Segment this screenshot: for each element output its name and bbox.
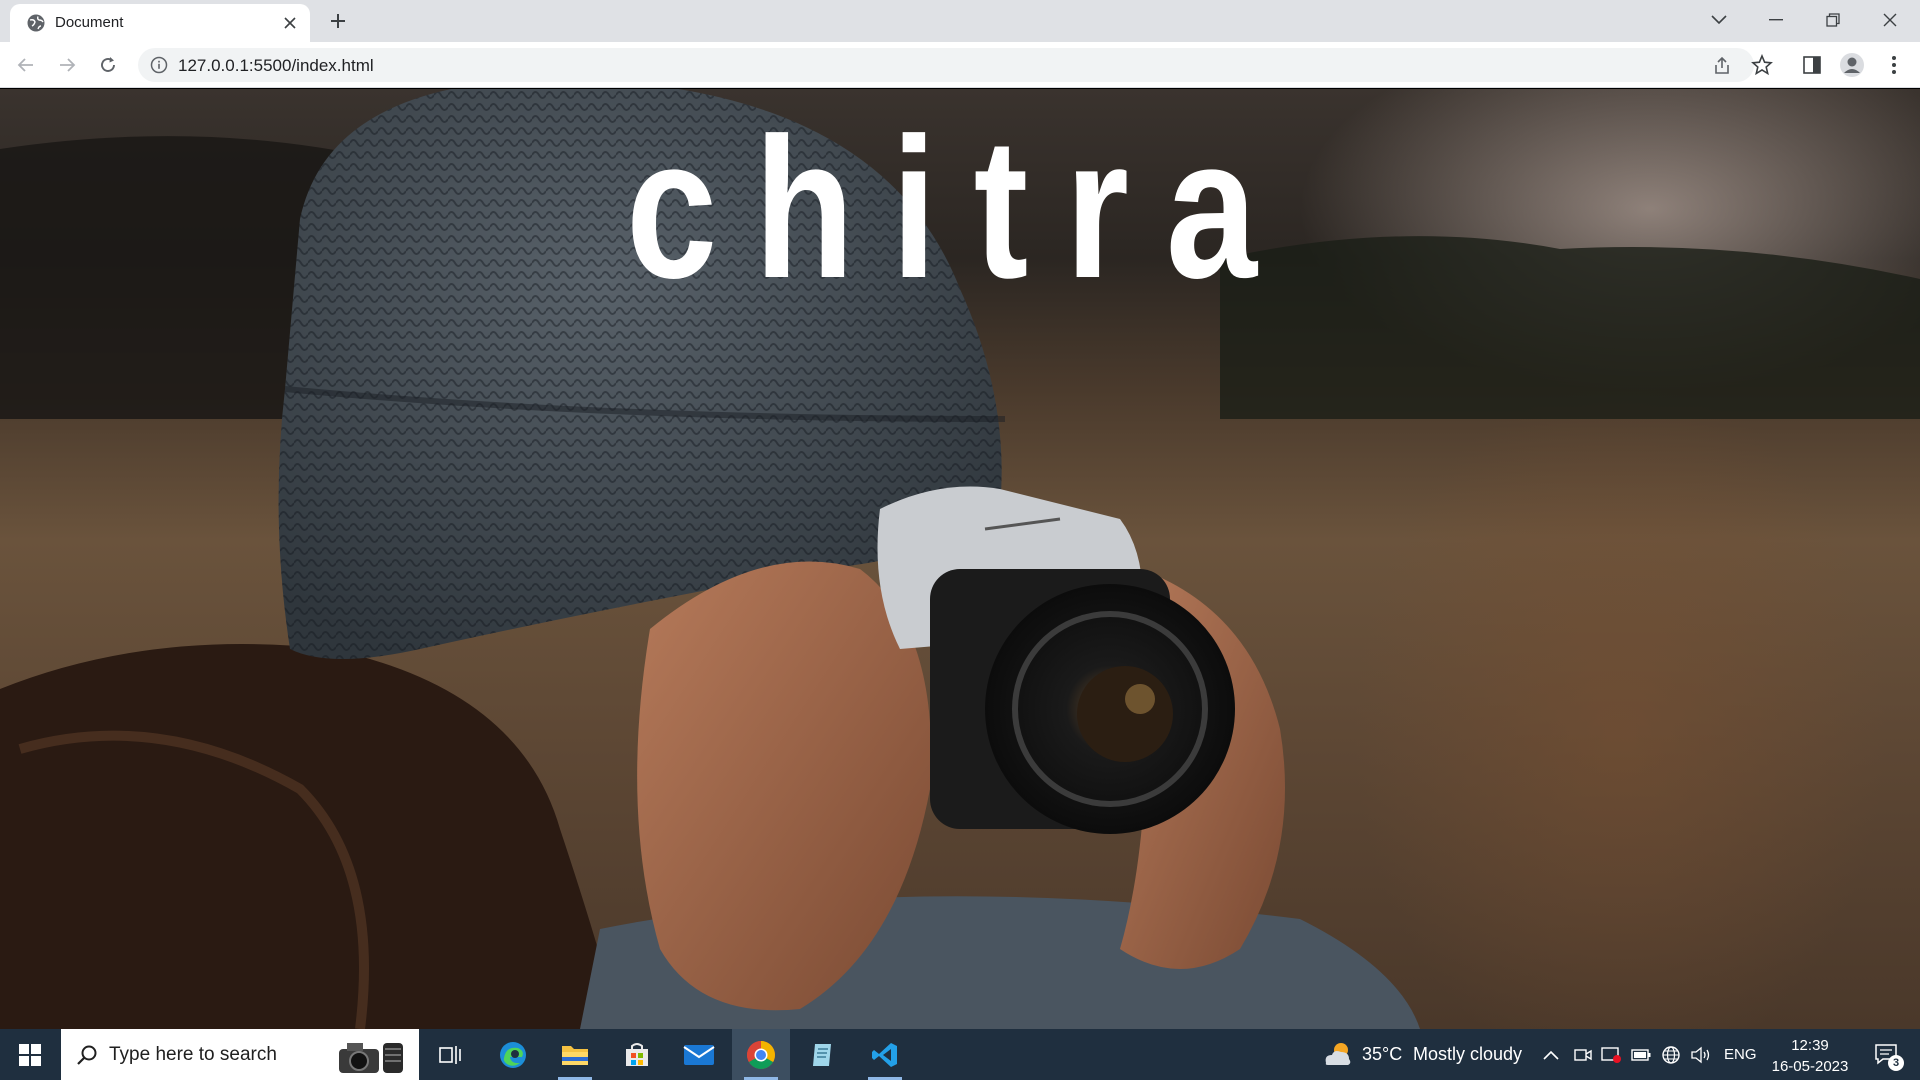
battery-icon[interactable] bbox=[1630, 1044, 1652, 1066]
clock-time: 12:39 bbox=[1791, 1037, 1829, 1054]
share-icon[interactable] bbox=[1711, 55, 1733, 77]
globe-icon bbox=[27, 14, 45, 32]
input-language[interactable]: ENG bbox=[1724, 1046, 1757, 1063]
network-globe-icon[interactable] bbox=[1660, 1044, 1682, 1066]
restore-icon[interactable] bbox=[1810, 4, 1856, 36]
tab-title: Document bbox=[55, 14, 124, 31]
task-view-icon bbox=[439, 1045, 461, 1064]
browser-toolbar: 127.0.0.1:5500/index.html bbox=[0, 42, 1920, 88]
back-button[interactable] bbox=[12, 51, 40, 79]
info-icon[interactable] bbox=[150, 56, 168, 74]
page-viewport: chitra bbox=[0, 89, 1920, 1029]
weather-temperature: 35°C bbox=[1362, 1044, 1403, 1064]
search-placeholder: Type here to search bbox=[109, 1044, 277, 1065]
taskbar-search-box[interactable]: Type here to search bbox=[61, 1029, 419, 1080]
profile-avatar-icon[interactable] bbox=[1838, 51, 1866, 79]
show-hidden-icons-icon[interactable] bbox=[1540, 1044, 1562, 1066]
side-panel-icon[interactable] bbox=[1798, 51, 1826, 79]
url-text: 127.0.0.1:5500/index.html bbox=[178, 56, 374, 75]
chrome-icon bbox=[747, 1040, 775, 1069]
clock-date: 16-05-2023 bbox=[1771, 1058, 1849, 1075]
mail-icon bbox=[683, 1044, 715, 1065]
start-button[interactable] bbox=[8, 1037, 52, 1073]
taskbar-file-explorer[interactable] bbox=[546, 1029, 604, 1080]
clock[interactable]: 12:39 16-05-2023 bbox=[1760, 1035, 1860, 1077]
taskbar-vscode[interactable] bbox=[856, 1029, 914, 1080]
weather-cloud-icon[interactable] bbox=[1322, 1039, 1354, 1069]
reload-icon bbox=[101, 57, 115, 72]
address-bar[interactable]: 127.0.0.1:5500/index.html bbox=[138, 48, 1754, 82]
close-tab-icon[interactable] bbox=[280, 13, 300, 33]
browser-tab[interactable]: Document bbox=[10, 4, 310, 42]
page-heading: chitra bbox=[625, 97, 1294, 320]
meet-now-icon[interactable] bbox=[1572, 1044, 1594, 1066]
security-alert-icon[interactable] bbox=[1600, 1044, 1622, 1066]
menu-kebab-icon[interactable] bbox=[1880, 51, 1908, 79]
reload-button[interactable] bbox=[94, 51, 122, 79]
windows-logo-icon bbox=[19, 1044, 41, 1066]
arrow-right-icon bbox=[60, 58, 76, 72]
notification-count-badge: 3 bbox=[1888, 1055, 1904, 1071]
taskbar: Type here to search 35°C Mostly cloudy E… bbox=[0, 1029, 1920, 1080]
volume-icon[interactable] bbox=[1690, 1044, 1712, 1066]
notification-center-button[interactable]: 3 bbox=[1874, 1041, 1908, 1071]
edge-icon bbox=[500, 1041, 526, 1068]
vscode-icon bbox=[872, 1042, 897, 1067]
tab-search-icon[interactable] bbox=[1696, 4, 1742, 36]
close-window-icon[interactable] bbox=[1867, 4, 1913, 36]
minimize-icon[interactable] bbox=[1753, 4, 1799, 36]
taskbar-store[interactable] bbox=[608, 1029, 666, 1080]
notepad-icon bbox=[813, 1043, 831, 1066]
search-highlight-camera-icon bbox=[339, 1043, 403, 1073]
tab-strip: Document bbox=[0, 0, 1920, 42]
new-tab-button[interactable] bbox=[325, 8, 351, 34]
store-icon bbox=[626, 1042, 648, 1066]
task-view-button[interactable] bbox=[421, 1029, 479, 1080]
forward-button[interactable] bbox=[53, 51, 81, 79]
weather-description[interactable]: Mostly cloudy bbox=[1413, 1044, 1522, 1065]
taskbar-edge[interactable] bbox=[484, 1029, 542, 1080]
taskbar-mail[interactable] bbox=[670, 1029, 728, 1080]
arrow-left-icon bbox=[17, 58, 33, 72]
bookmark-star-icon[interactable] bbox=[1748, 51, 1776, 79]
folder-icon bbox=[562, 1045, 588, 1065]
search-icon bbox=[77, 1045, 97, 1065]
taskbar-notepad[interactable] bbox=[794, 1029, 852, 1080]
taskbar-chrome[interactable] bbox=[732, 1029, 790, 1080]
